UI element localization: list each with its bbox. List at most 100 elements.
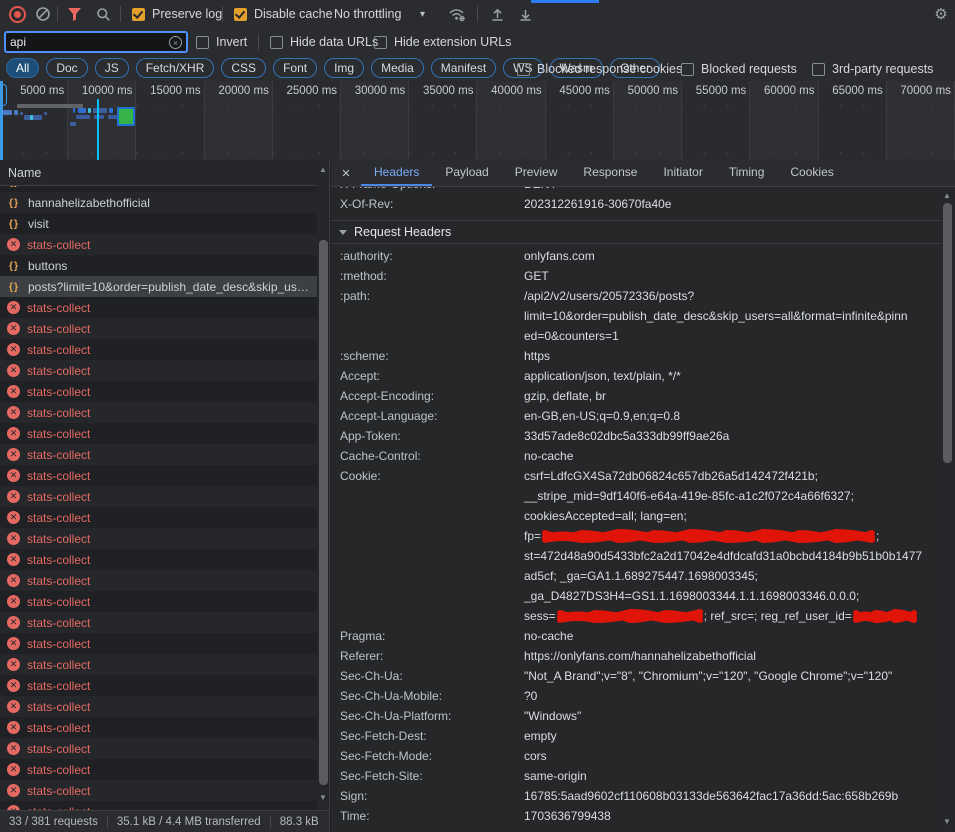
headers-pane: X-Frame-Options:DENYX-Of-Rev:20231226191… bbox=[331, 187, 941, 832]
header-row-accept: Accept:application/json, text/plain, */* bbox=[331, 366, 941, 386]
failed-request-icon: ✕ bbox=[7, 511, 20, 524]
request-row-stats-collect[interactable]: ✕stats-collect bbox=[0, 570, 317, 591]
scrollbar-thumb[interactable] bbox=[943, 203, 952, 463]
header-value-text: onlyfans.com bbox=[524, 246, 595, 266]
header-name: Time: bbox=[331, 806, 524, 826]
chevron-down-icon[interactable]: ▾ bbox=[420, 0, 425, 28]
request-row-stats-collect[interactable]: ✕stats-collect bbox=[0, 297, 317, 318]
request-row-stats-collect[interactable]: ✕stats-collect bbox=[0, 801, 317, 810]
filter-icon[interactable] bbox=[61, 0, 87, 28]
third-party-requests-checkbox[interactable]: 3rd-party requests bbox=[812, 55, 933, 83]
request-row-stats-collect[interactable]: ✕stats-collect bbox=[0, 738, 317, 759]
request-row-buttons[interactable]: {}buttons bbox=[0, 255, 317, 276]
request-row-stats-collect[interactable]: ✕stats-collect bbox=[0, 360, 317, 381]
filter-chip-media[interactable]: Media bbox=[371, 58, 424, 78]
disable-cache-checkbox[interactable]: Disable cache bbox=[234, 0, 333, 28]
request-row-stats-collect[interactable]: ✕stats-collect bbox=[0, 507, 317, 528]
export-har-icon[interactable] bbox=[512, 0, 538, 28]
name-column-header[interactable]: Name bbox=[0, 160, 330, 186]
request-row-stats-collect[interactable]: ✕stats-collect bbox=[0, 528, 317, 549]
request-row-stats-collect[interactable]: ✕stats-collect bbox=[0, 444, 317, 465]
scrollbar-thumb[interactable] bbox=[319, 240, 328, 785]
request-name: stats-collect bbox=[27, 343, 317, 357]
clear-icon[interactable] bbox=[30, 0, 56, 28]
request-name: stats-collect bbox=[27, 637, 317, 651]
network-conditions-icon[interactable] bbox=[444, 0, 470, 28]
tab-payload[interactable]: Payload bbox=[432, 160, 501, 186]
close-icon[interactable]: × bbox=[331, 160, 361, 186]
request-row-stats-collect[interactable]: ✕stats-collect bbox=[0, 759, 317, 780]
timeline-column: 55000 ms bbox=[682, 81, 750, 160]
header-value-text: cookiesAccepted=all; lang=en; bbox=[524, 506, 687, 526]
record-icon[interactable] bbox=[4, 0, 30, 28]
record-ring bbox=[9, 6, 26, 23]
failed-request-icon: ✕ bbox=[7, 763, 20, 776]
filter-input[interactable]: api × bbox=[4, 31, 188, 53]
hide-data-urls-checkbox[interactable]: Hide data URLs bbox=[270, 28, 378, 56]
import-har-icon[interactable] bbox=[484, 0, 510, 28]
tab-response[interactable]: Response bbox=[570, 160, 650, 186]
hide-data-urls-label: Hide data URLs bbox=[290, 35, 378, 49]
overview-grip-handle[interactable] bbox=[0, 84, 7, 106]
request-row-stats-collect[interactable]: ✕stats-collect bbox=[0, 612, 317, 633]
filter-chip-img[interactable]: Img bbox=[324, 58, 364, 78]
request-row-stats-collect[interactable]: ✕stats-collect bbox=[0, 717, 317, 738]
invert-label: Invert bbox=[216, 35, 247, 49]
request-row-stats-collect[interactable]: ✕stats-collect bbox=[0, 402, 317, 423]
request-row-stats-collect[interactable]: ✕stats-collect bbox=[0, 654, 317, 675]
hide-extension-urls-checkbox[interactable]: Hide extension URLs bbox=[374, 28, 511, 56]
scroll-up-icon[interactable]: ▲ bbox=[941, 191, 953, 200]
filter-chip-all[interactable]: All bbox=[6, 58, 39, 78]
request-list-scrollbar[interactable]: ▲ ▼ bbox=[317, 160, 330, 810]
filter-chip-fetch-xhr[interactable]: Fetch/XHR bbox=[136, 58, 215, 78]
tab-cookies[interactable]: Cookies bbox=[777, 160, 846, 186]
header-row-app-token: App-Token:33d57ade8c02dbc5a333db99ff9ae2… bbox=[331, 426, 941, 446]
request-row-stats-collect[interactable]: ✕stats-collect bbox=[0, 423, 317, 444]
scroll-down-icon[interactable]: ▼ bbox=[941, 817, 953, 826]
request-row-stats-collect[interactable]: ✕stats-collect bbox=[0, 234, 317, 255]
filter-chip-doc[interactable]: Doc bbox=[46, 58, 87, 78]
request-headers-section-header[interactable]: Request Headers bbox=[331, 221, 941, 243]
header-value-text: "Not_A Brand";v="8", "Chromium";v="120",… bbox=[524, 666, 892, 686]
invert-checkbox[interactable]: Invert bbox=[196, 28, 247, 56]
tab-initiator[interactable]: Initiator bbox=[650, 160, 715, 186]
header-value-text: same-origin bbox=[524, 766, 587, 786]
timeline-overview[interactable]: 70000 ms65000 ms60000 ms55000 ms50000 ms… bbox=[0, 81, 955, 161]
filter-chip-manifest[interactable]: Manifest bbox=[431, 58, 496, 78]
request-row-stats-collect[interactable]: ✕stats-collect bbox=[0, 675, 317, 696]
request-row-stats-collect[interactable]: ✕stats-collect bbox=[0, 486, 317, 507]
gear-icon[interactable]: ⚙ bbox=[928, 0, 954, 28]
request-row-hannahelizabethofficial[interactable]: {}hannahelizabethofficial bbox=[0, 192, 317, 213]
search-icon[interactable] bbox=[90, 0, 116, 28]
request-row-stats-collect[interactable]: ✕stats-collect bbox=[0, 780, 317, 801]
throttling-dropdown[interactable]: No throttling bbox=[334, 0, 401, 28]
request-row-stats-collect[interactable]: ✕stats-collect bbox=[0, 465, 317, 486]
request-row-stats-collect[interactable]: ✕stats-collect bbox=[0, 633, 317, 654]
clear-filter-icon[interactable]: × bbox=[169, 36, 182, 49]
request-row-stats-collect[interactable]: ✕stats-collect bbox=[0, 696, 317, 717]
header-value: 1703636799438 bbox=[524, 806, 941, 826]
scroll-down-icon[interactable]: ▼ bbox=[317, 793, 329, 802]
tab-preview[interactable]: Preview bbox=[502, 160, 571, 186]
filter-chip-css[interactable]: CSS bbox=[221, 58, 266, 78]
tab-headers[interactable]: Headers bbox=[361, 160, 432, 186]
filter-chip-js[interactable]: JS bbox=[95, 58, 129, 78]
request-row-posts-limit-10-order-publish-d[interactable]: {}posts?limit=10&order=publish_date_desc… bbox=[0, 276, 317, 297]
scroll-up-icon[interactable]: ▲ bbox=[317, 165, 329, 174]
header-name: Accept-Language: bbox=[331, 406, 524, 426]
request-row-stats-collect[interactable]: ✕stats-collect bbox=[0, 549, 317, 570]
request-row-visit[interactable]: {}visit bbox=[0, 213, 317, 234]
blocked-response-cookies-checkbox[interactable]: Blocked response cookies bbox=[517, 55, 682, 83]
blocked-requests-checkbox[interactable]: Blocked requests bbox=[681, 55, 797, 83]
request-row-stats-collect[interactable]: ✕stats-collect bbox=[0, 381, 317, 402]
filter-chip-font[interactable]: Font bbox=[273, 58, 317, 78]
tab-timing[interactable]: Timing bbox=[716, 160, 778, 186]
waterfall-bar bbox=[44, 112, 47, 115]
timeline-tick-label: 40000 ms bbox=[491, 85, 542, 97]
request-row-stats-collect[interactable]: ✕stats-collect bbox=[0, 339, 317, 360]
request-row-stats-collect[interactable]: ✕stats-collect bbox=[0, 591, 317, 612]
header-row-x-frame-options: X-Frame-Options:DENY bbox=[331, 187, 941, 194]
request-row-stats-collect[interactable]: ✕stats-collect bbox=[0, 318, 317, 339]
headers-pane-scrollbar[interactable]: ▲ ▼ bbox=[941, 187, 955, 832]
preserve-log-checkbox[interactable]: Preserve log bbox=[132, 0, 222, 28]
